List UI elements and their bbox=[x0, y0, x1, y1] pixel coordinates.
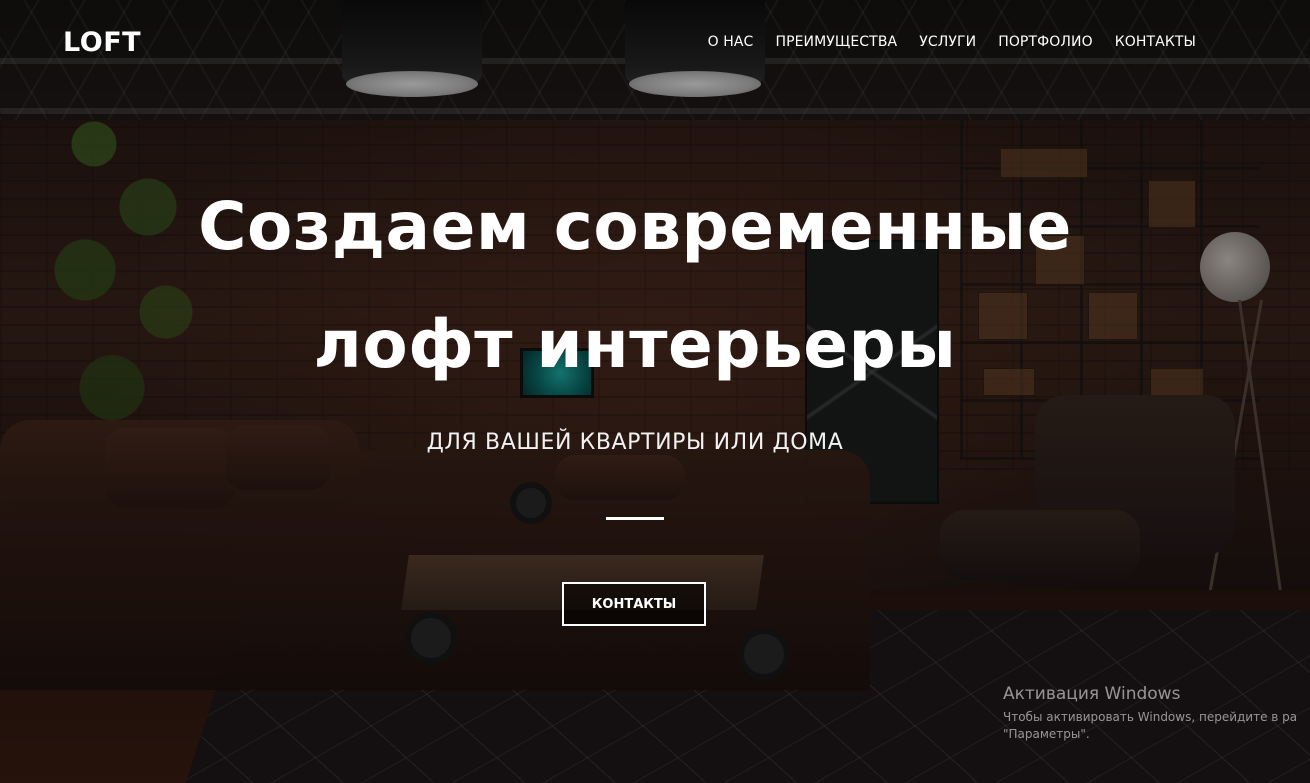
nav-item-services[interactable]: УСЛУГИ bbox=[919, 34, 976, 50]
hero-section: LOFT О НАС ПРЕИМУЩЕСТВА УСЛУГИ ПОРТФОЛИО… bbox=[0, 0, 1310, 783]
watermark-line2: "Параметры". bbox=[1003, 727, 1090, 741]
nav-item-contacts[interactable]: КОНТАКТЫ bbox=[1115, 34, 1196, 50]
hero-subtitle: ДЛЯ ВАШЕЙ КВАРТИРЫ ИЛИ ДОМА bbox=[426, 430, 844, 455]
nav-item-about[interactable]: О НАС bbox=[708, 34, 754, 50]
main-nav: О НАС ПРЕИМУЩЕСТВА УСЛУГИ ПОРТФОЛИО КОНТ… bbox=[708, 34, 1196, 50]
nav-item-advantages[interactable]: ПРЕИМУЩЕСТВА bbox=[775, 34, 897, 50]
contacts-button[interactable]: КОНТАКТЫ bbox=[562, 582, 706, 626]
hero-title-line1: Создаем современные bbox=[198, 188, 1072, 265]
watermark-line1: Чтобы активировать Windows, перейдите в … bbox=[1003, 710, 1298, 724]
hero-title-line2: лофт интерьеры bbox=[313, 306, 957, 383]
watermark-title: Активация Windows bbox=[1003, 684, 1181, 704]
site-logo[interactable]: LOFT bbox=[63, 27, 141, 58]
nav-item-portfolio[interactable]: ПОРТФОЛИО bbox=[998, 34, 1093, 50]
hero-title: Создаем современные лофт интерьеры bbox=[0, 168, 1270, 404]
windows-activation-watermark: Активация Windows Чтобы активировать Win… bbox=[1003, 684, 1297, 743]
hero-divider bbox=[606, 517, 664, 520]
